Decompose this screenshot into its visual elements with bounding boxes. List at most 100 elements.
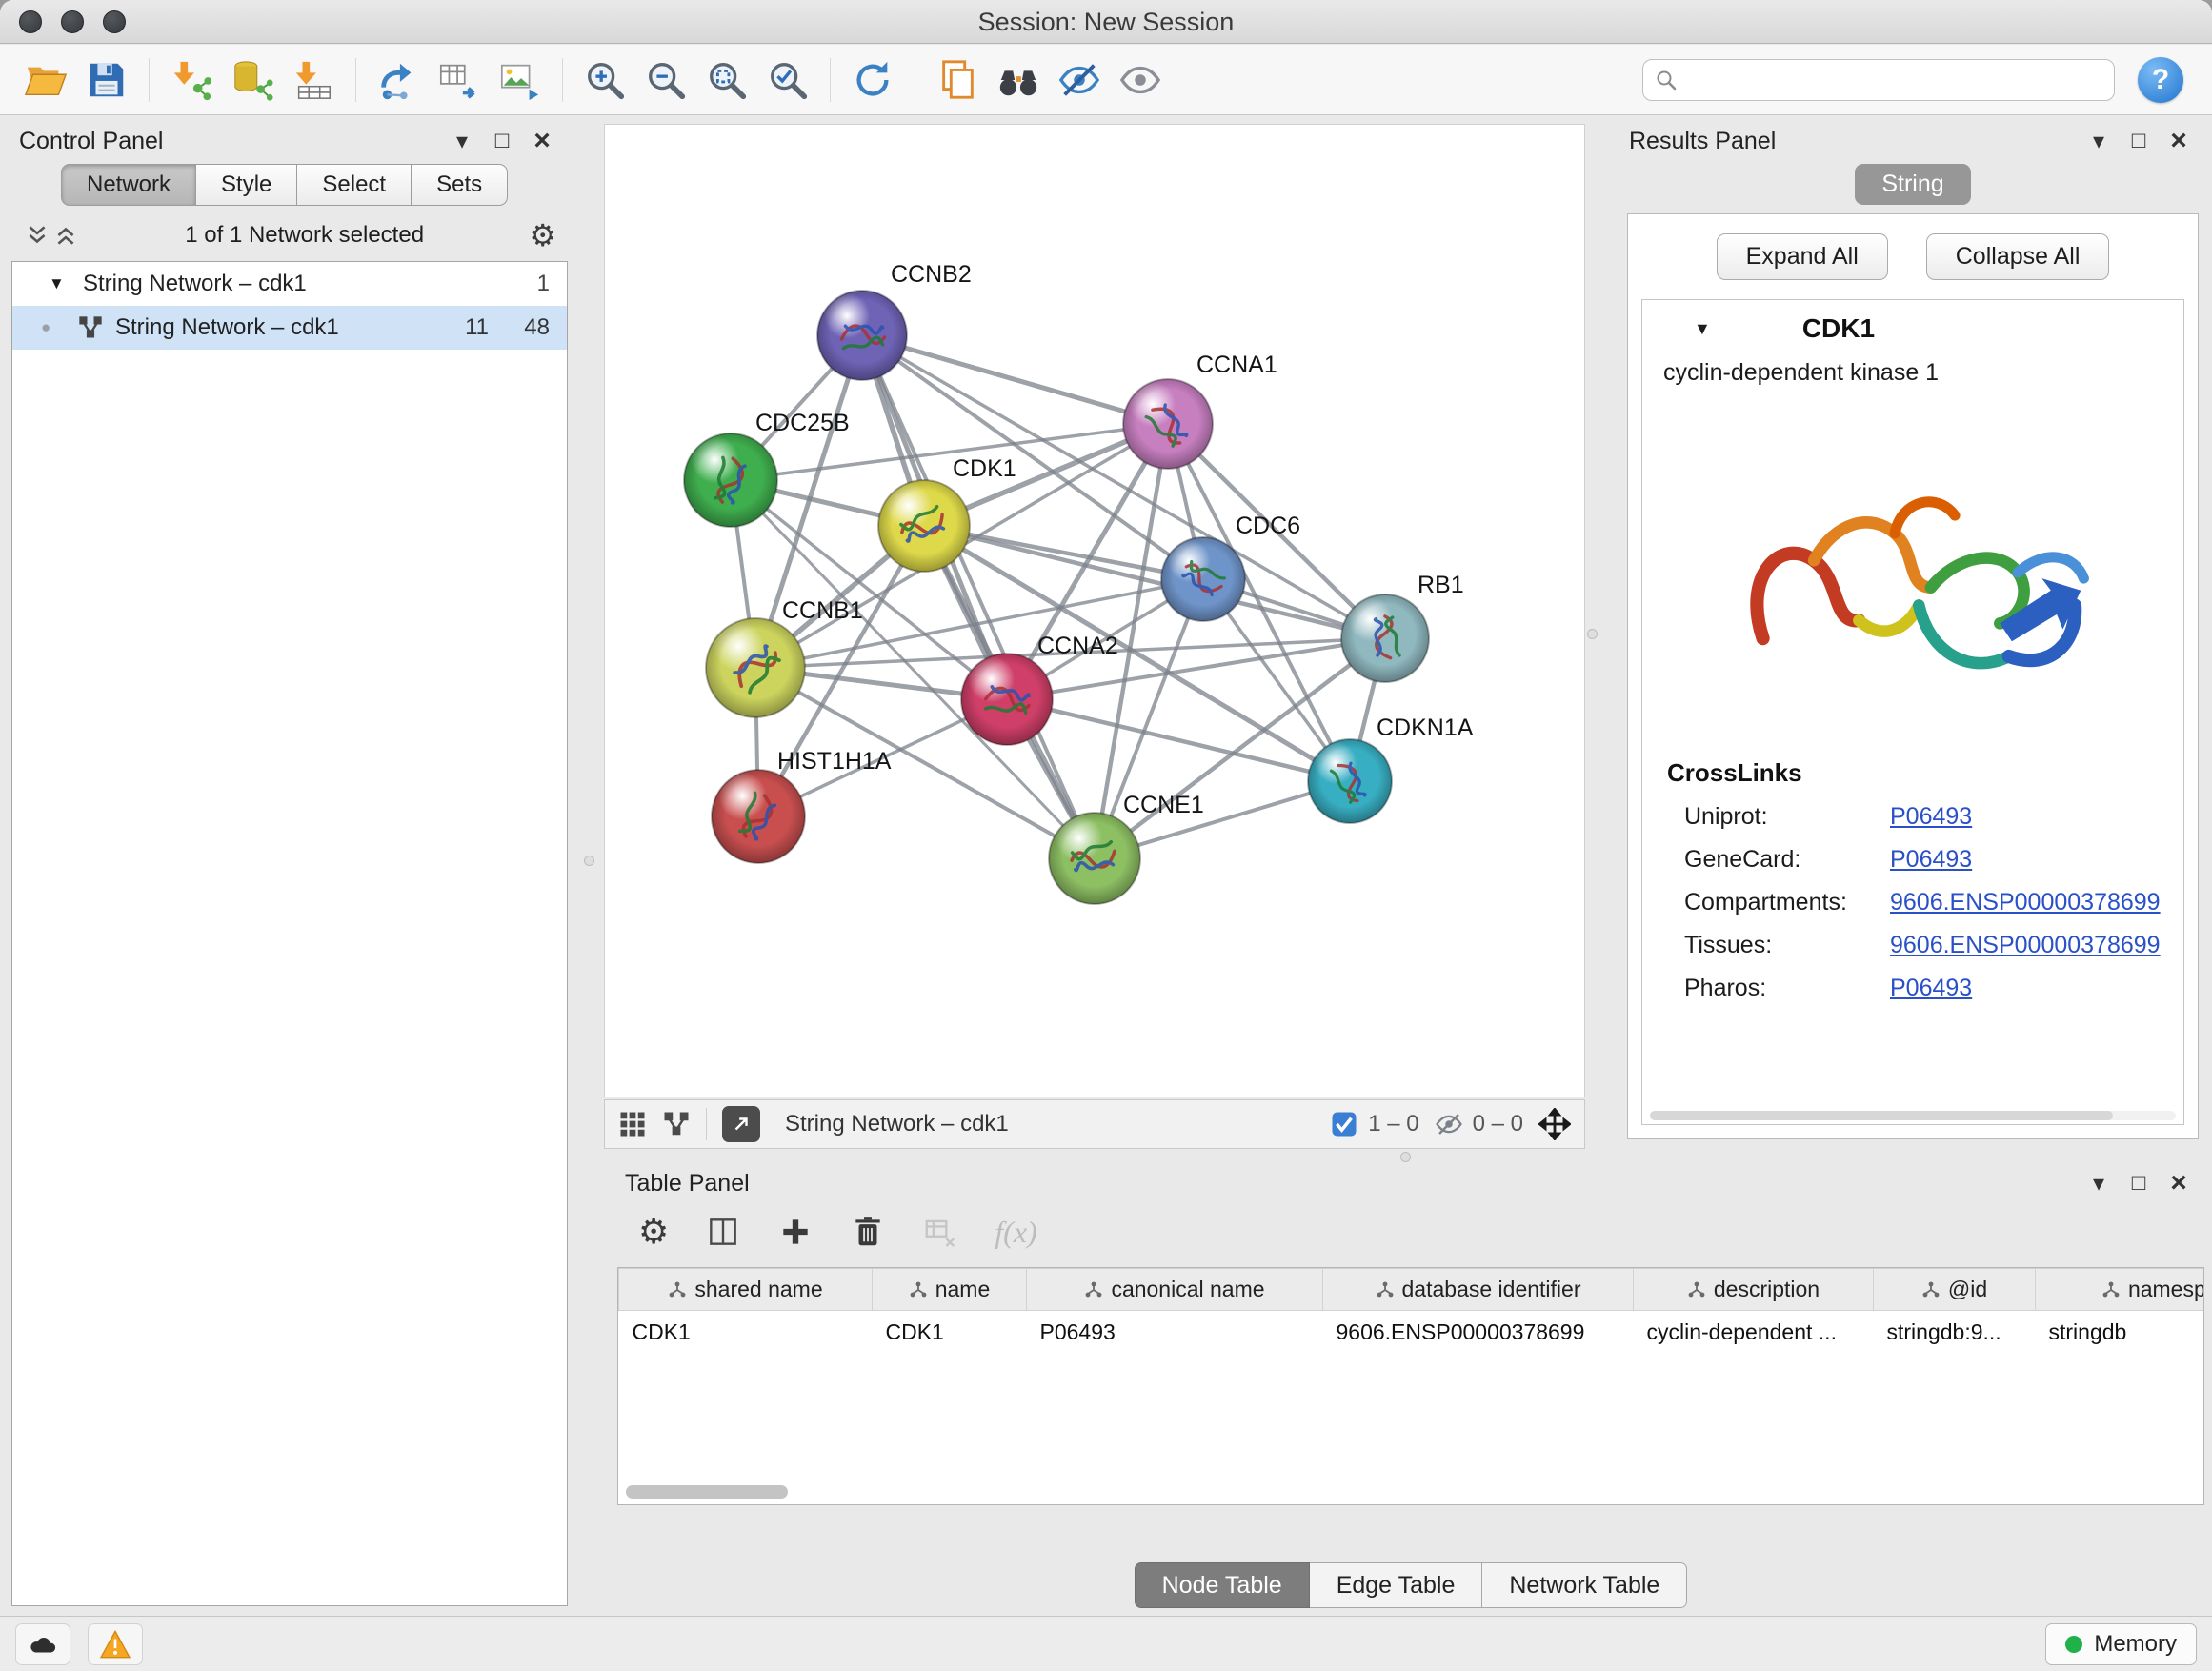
new-network-from-selection-button[interactable]	[368, 51, 429, 109]
network-node-ccna1[interactable]	[1123, 379, 1213, 469]
add-column-icon[interactable]	[777, 1214, 814, 1250]
panel-close-icon[interactable]: ×	[2161, 125, 2197, 157]
cell-canonical-name: P06493	[1027, 1311, 1323, 1355]
import-network-icon	[170, 58, 213, 102]
network-node-ccna2[interactable]	[961, 654, 1053, 745]
expand-all-icon[interactable]	[51, 223, 80, 248]
horizontal-splitter-handle[interactable]	[1400, 1152, 1411, 1162]
tab-sets[interactable]: Sets	[412, 164, 508, 206]
show-all-button[interactable]	[1110, 51, 1171, 109]
vertical-splitter-handle[interactable]	[584, 856, 594, 866]
edge-count: 48	[500, 314, 550, 341]
node-count: 11	[439, 314, 489, 341]
network-node-ccnb2[interactable]	[817, 291, 907, 380]
tab-edge-table[interactable]: Edge Table	[1310, 1562, 1483, 1608]
birdseye-view-button[interactable]	[722, 1106, 760, 1142]
tab-network-table[interactable]: Network Table	[1482, 1562, 1687, 1608]
zoom-out-button[interactable]	[635, 51, 696, 109]
crosslink-row: Uniprot: P06493	[1642, 795, 2183, 838]
vertical-splitter-handle[interactable]	[1587, 629, 1598, 639]
search-input[interactable]	[1685, 67, 2102, 93]
network-node-cdc6[interactable]	[1161, 537, 1245, 621]
column-header[interactable]: database identifier	[1323, 1269, 1634, 1311]
pan-crosshair-icon[interactable]	[1538, 1108, 1571, 1140]
uniprot-link[interactable]: P06493	[1890, 803, 1972, 831]
export-table-button[interactable]	[429, 51, 490, 109]
panel-close-icon[interactable]: ×	[524, 125, 560, 157]
network-edge[interactable]	[862, 335, 1095, 858]
panel-menu-icon[interactable]: ▾	[2081, 128, 2117, 155]
help-glyph: ?	[2152, 64, 2169, 96]
import-table-from-file-button[interactable]	[283, 51, 344, 109]
collapse-all-button[interactable]: Collapse All	[1926, 233, 2110, 280]
grid-view-icon[interactable]	[618, 1110, 647, 1138]
shared-column-icon	[2101, 1280, 2121, 1299]
warnings-button[interactable]	[88, 1623, 143, 1665]
network-node-cdc25b[interactable]	[684, 433, 777, 527]
delete-column-icon[interactable]	[850, 1214, 886, 1250]
network-node-cdk1[interactable]	[878, 480, 970, 572]
network-node-cdkn1a[interactable]	[1308, 739, 1392, 823]
column-header[interactable]: canonical name	[1027, 1269, 1323, 1311]
memory-status-dot	[2065, 1636, 2082, 1653]
tissues-link[interactable]: 9606.ENSP00000378699	[1890, 932, 2161, 959]
import-network-from-database-button[interactable]	[222, 51, 283, 109]
gene-description: cyclin-dependent kinase 1	[1642, 352, 2183, 387]
tab-node-table[interactable]: Node Table	[1135, 1562, 1310, 1608]
hide-selected-button[interactable]	[1049, 51, 1110, 109]
column-header[interactable]: description	[1634, 1269, 1874, 1311]
save-session-button[interactable]	[76, 51, 137, 109]
network-collection-row[interactable]: ▼ String Network – cdk1 1	[12, 262, 567, 306]
export-image-button[interactable]	[490, 51, 551, 109]
panel-menu-icon[interactable]: ▾	[444, 128, 480, 155]
compartments-link[interactable]: 9606.ENSP00000378699	[1890, 889, 2161, 916]
table-options-gear-icon[interactable]: ⚙	[638, 1212, 669, 1252]
main-toolbar: ?	[0, 45, 2212, 115]
tab-select[interactable]: Select	[297, 164, 412, 206]
column-header[interactable]: @id	[1874, 1269, 2036, 1311]
network-canvas[interactable]: CCNB2CCNA1CDC25BCDK1CDC6RB1CCNB1CCNA2CDK…	[604, 124, 1585, 1097]
apply-layout-button[interactable]	[842, 51, 903, 109]
panel-float-icon[interactable]: □	[2121, 128, 2157, 154]
binoculars-button[interactable]	[988, 51, 1049, 109]
import-network-from-file-button[interactable]	[161, 51, 222, 109]
panel-float-icon[interactable]: □	[2121, 1170, 2157, 1197]
panel-menu-icon[interactable]: ▾	[2081, 1170, 2117, 1198]
collapse-all-icon[interactable]	[23, 223, 51, 248]
section-collapse-icon[interactable]: ▼	[1694, 319, 1711, 339]
tab-string[interactable]: String	[1855, 164, 1970, 205]
column-header[interactable]: namespac	[2036, 1269, 2205, 1311]
horizontal-scrollbar[interactable]	[626, 1485, 950, 1499]
open-session-button[interactable]	[15, 51, 76, 109]
network-node-rb1[interactable]	[1341, 594, 1429, 682]
zoom-selected-button[interactable]	[757, 51, 818, 109]
show-columns-icon[interactable]	[705, 1214, 741, 1250]
table-row[interactable]: CDK1 CDK1 P06493 9606.ENSP00000378699 cy…	[619, 1311, 2205, 1355]
panel-close-icon[interactable]: ×	[2161, 1167, 2197, 1199]
network-node-hist1h1a[interactable]	[712, 770, 805, 863]
help-button[interactable]: ?	[2138, 57, 2183, 103]
network-row[interactable]: ● String Network – cdk1 11 48	[12, 306, 567, 350]
cloud-status-button[interactable]	[15, 1623, 70, 1665]
memory-button[interactable]: Memory	[2045, 1623, 2197, 1665]
pharos-link[interactable]: P06493	[1890, 975, 1972, 1002]
expand-all-button[interactable]: Expand All	[1717, 233, 1888, 280]
panel-float-icon[interactable]: □	[484, 128, 520, 154]
genecard-link[interactable]: P06493	[1890, 846, 1972, 874]
tab-network[interactable]: Network	[61, 164, 196, 206]
zoom-in-button[interactable]	[574, 51, 635, 109]
column-header[interactable]: name	[873, 1269, 1027, 1311]
horizontal-scrollbar[interactable]	[1650, 1111, 2176, 1120]
tree-expanded-icon[interactable]: ▼	[49, 274, 71, 293]
network-view-icon[interactable]	[662, 1110, 691, 1138]
network-node-ccnb1[interactable]	[706, 618, 805, 717]
zoom-fit-button[interactable]	[696, 51, 757, 109]
column-header[interactable]: shared name	[619, 1269, 873, 1311]
network-options-gear-icon[interactable]: ⚙	[529, 217, 556, 253]
document-copy-button[interactable]	[927, 51, 988, 109]
external-arrow-icon	[731, 1114, 752, 1135]
network-edge[interactable]	[862, 335, 1168, 424]
network-node-ccne1[interactable]	[1049, 813, 1140, 904]
crosslink-label: Uniprot:	[1684, 803, 1890, 831]
tab-style[interactable]: Style	[196, 164, 297, 206]
